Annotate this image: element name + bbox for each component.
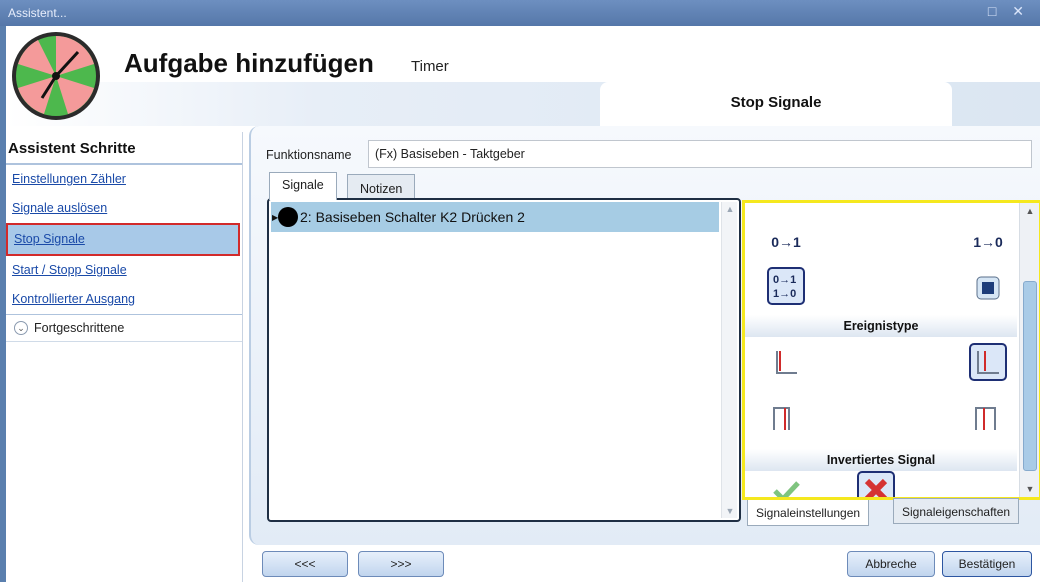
next-button[interactable]: >>> — [358, 551, 444, 577]
sidebar: Assistent Schritte Einstellungen Zähler … — [6, 132, 243, 582]
properties-scrollbar[interactable]: ▲ ▼ — [1019, 203, 1039, 497]
previous-button[interactable]: <<< — [262, 551, 348, 577]
assistant-window: Aufgabe hinzufügen Timer Stop Signale As… — [6, 26, 1040, 582]
inverted-signal-label: Invertiertes Signal — [745, 449, 1017, 471]
scroll-up-icon[interactable]: ▲ — [1020, 206, 1039, 216]
scroll-thumb[interactable] — [1023, 281, 1037, 471]
sidebar-item-signale-ausloesen[interactable]: Signale auslösen — [6, 194, 242, 223]
chevron-down-icon: ⌄ — [14, 321, 28, 335]
advanced-label: Fortgeschrittene — [34, 321, 125, 335]
checkmark-icon — [773, 481, 800, 497]
both-edges-icon: 0→1 1→0 — [773, 274, 796, 300]
timer-clock-icon — [12, 32, 100, 120]
pulse-button[interactable] — [767, 399, 805, 437]
sidebar-heading: Assistent Schritte — [6, 132, 242, 165]
state-icon — [976, 276, 1000, 300]
scroll-down-icon[interactable]: ▼ — [1020, 484, 1039, 494]
both-edges-button[interactable]: 0→1 1→0 — [767, 267, 805, 305]
signal-label: 2: Basiseben Schalter K2 Drücken 2 — [300, 209, 525, 225]
red-x-icon — [864, 478, 888, 497]
step-tab-stop-signale: Stop Signale — [600, 82, 952, 126]
tab-signaleinstellungen[interactable]: Signaleinstellungen — [747, 500, 870, 526]
advanced-toggle[interactable]: ⌄ Fortgeschrittene — [6, 314, 242, 342]
svg-text:1→0: 1→0 — [773, 288, 796, 300]
tab-notizen[interactable]: Notizen — [347, 174, 416, 198]
rising-edge-button[interactable]: 0→1 — [767, 223, 805, 261]
step-on-delayed-icon — [977, 351, 999, 374]
scroll-down-icon[interactable]: ▼ — [722, 506, 738, 516]
sidebar-item-kontrollierter-ausgang[interactable]: Kontrollierter Ausgang — [6, 285, 242, 314]
svg-text:0→1: 0→1 — [773, 274, 796, 286]
cancel-button[interactable]: Abbreche — [847, 551, 935, 577]
pulse-inverted-icon — [975, 407, 996, 430]
pushbutton-icon — [278, 207, 298, 227]
function-name-label: Funktionsname — [266, 148, 352, 162]
function-name-input[interactable] — [368, 140, 1032, 168]
step-on-icon — [776, 351, 797, 374]
window-title: Assistent... — [8, 6, 67, 20]
title-bar: Assistent... □ ✕ — [0, 0, 1040, 26]
falling-edge-button[interactable]: 1→0 — [969, 223, 1007, 261]
page-subtitle: Timer — [411, 58, 449, 75]
step-on-delayed-button[interactable] — [969, 343, 1007, 381]
tab-signaleigenschaften[interactable]: Signaleigenschaften — [893, 498, 1020, 524]
pulse-icon — [773, 407, 790, 430]
pulse-inverted-button[interactable] — [969, 399, 1007, 437]
state-button[interactable] — [969, 269, 1007, 307]
content-panel: Funktionsname Signale Notizen ▶ 2: Basis… — [249, 126, 1040, 545]
page-title: Aufgabe hinzufügen — [124, 48, 374, 78]
inverted-yes-button[interactable] — [767, 471, 805, 497]
sidebar-item-start-stopp-signale[interactable]: Start / Stopp Signale — [6, 256, 242, 285]
window-controls[interactable]: □ ✕ — [988, 3, 1030, 20]
inverted-no-button[interactable] — [857, 471, 895, 497]
scroll-up-icon[interactable]: ▲ — [722, 204, 738, 214]
event-type-label: Ereignistype — [745, 315, 1017, 337]
sidebar-item-einstellungen-zaehler[interactable]: Einstellungen Zähler — [6, 165, 242, 194]
tab-signale[interactable]: Signale — [269, 172, 337, 200]
signal-list-scrollbar[interactable]: ▲ ▼ — [721, 202, 737, 518]
sidebar-item-stop-signale[interactable]: Stop Signale — [6, 223, 240, 256]
list-item[interactable]: ▶ 2: Basiseben Schalter K2 Drücken 2 — [271, 202, 719, 232]
step-on-button[interactable] — [767, 343, 805, 381]
step-tab-label: Stop Signale — [730, 94, 822, 111]
signal-list: ▶ 2: Basiseben Schalter K2 Drücken 2 ▲ ▼ — [267, 198, 741, 522]
confirm-button[interactable]: Bestätigen — [942, 551, 1032, 577]
properties-grid: 0→1 1→0 0→1 1→0 Ereignistype Invertierte… — [745, 203, 1017, 497]
signal-properties-panel: 0→1 1→0 0→1 1→0 Ereignistype Invertierte… — [742, 200, 1040, 500]
